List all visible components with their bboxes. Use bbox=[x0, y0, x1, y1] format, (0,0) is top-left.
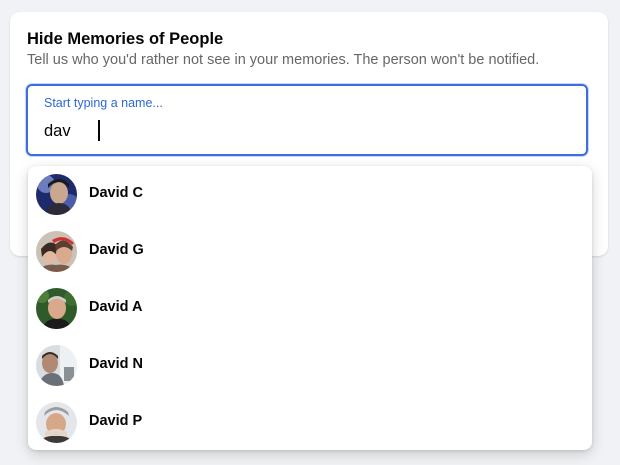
profile-photo-icon bbox=[36, 402, 77, 443]
profile-photo-icon bbox=[36, 345, 77, 386]
profile-photo-icon bbox=[36, 288, 77, 329]
name-search-label: Start typing a name... bbox=[44, 96, 163, 110]
suggestion-name: David P bbox=[89, 413, 143, 429]
name-search-input[interactable] bbox=[44, 122, 544, 141]
name-search-field[interactable]: Start typing a name... bbox=[26, 84, 588, 156]
suggestion-name: David A bbox=[89, 299, 143, 315]
suggestion-item-david-n[interactable]: David N bbox=[28, 337, 592, 394]
profile-photo-icon bbox=[36, 174, 77, 215]
dialog-subtitle: Tell us who you'd rather not see in your… bbox=[27, 52, 540, 68]
text-caret bbox=[98, 120, 100, 141]
suggestion-item-david-c[interactable]: David C bbox=[28, 166, 592, 223]
suggestion-name: David G bbox=[89, 242, 144, 258]
suggestion-item-david-g[interactable]: David G bbox=[28, 223, 592, 280]
suggestion-item-david-p[interactable]: David P bbox=[28, 394, 592, 450]
profile-photo-icon bbox=[36, 231, 77, 272]
dialog-title: Hide Memories of People bbox=[27, 30, 224, 48]
suggestion-name: David N bbox=[89, 356, 143, 372]
suggestion-item-david-a[interactable]: David A bbox=[28, 280, 592, 337]
suggestions-dropdown: David C David G David A David N David P bbox=[28, 166, 592, 450]
suggestion-name: David C bbox=[89, 185, 143, 201]
